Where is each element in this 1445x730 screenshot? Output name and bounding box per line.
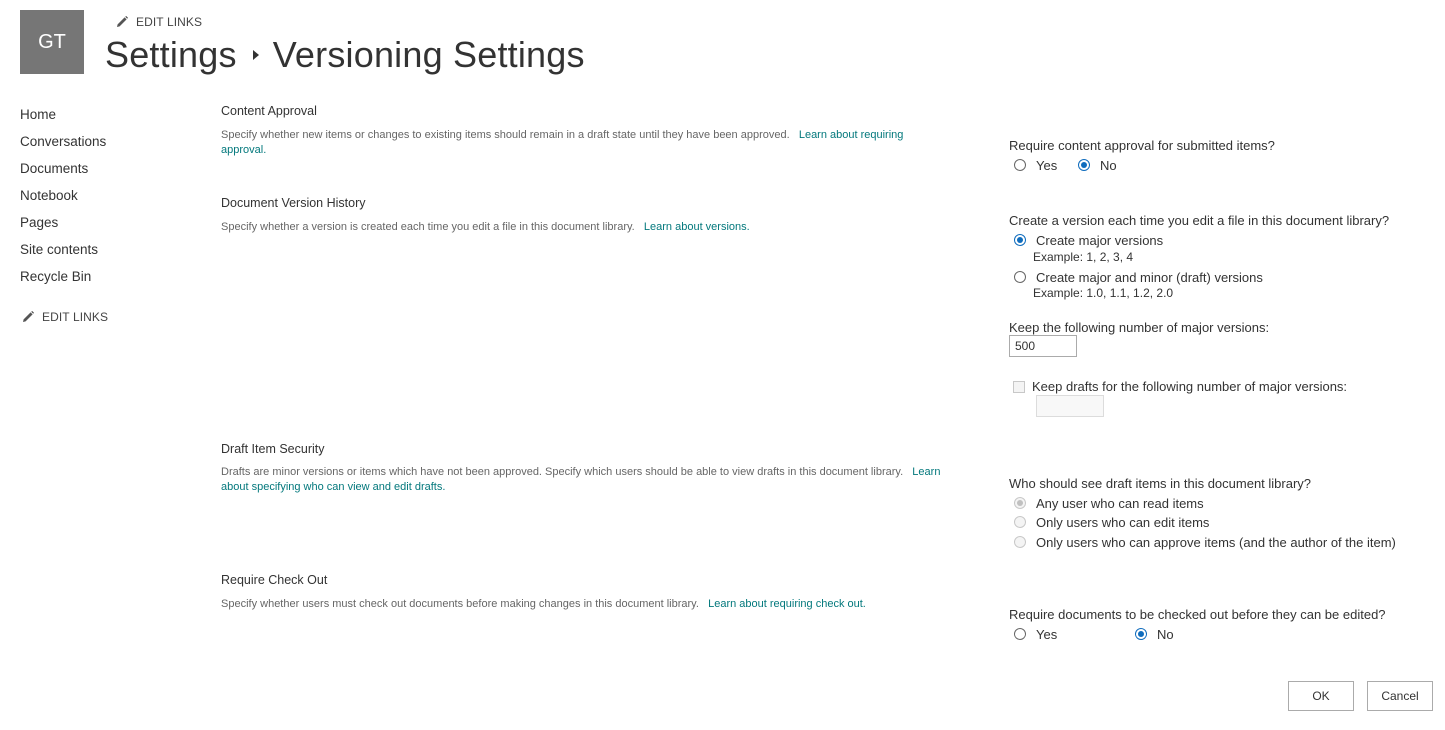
check-out-title: Require Check Out	[221, 573, 328, 587]
check-out-no-label: No	[1157, 626, 1174, 642]
check-out-description-text: Specify whether users must check out doc…	[221, 598, 699, 610]
header-edit-links-label: EDIT LINKS	[136, 15, 203, 29]
draft-security-description-text: Drafts are minor versions or items which…	[221, 466, 904, 478]
version-history-title: Document Version History	[221, 196, 366, 210]
check-out-description: Specify whether users must check out doc…	[221, 597, 941, 612]
check-out-question: Require documents to be checked out befo…	[1009, 607, 1386, 622]
major-versions-label: Create major versions	[1036, 232, 1164, 248]
content-approval-options: Yes No	[1014, 155, 1117, 175]
page-title: Settings Versioning Settings	[105, 34, 585, 76]
draft-security-question: Who should see draft items in this docum…	[1009, 476, 1312, 491]
check-out-yes-label: Yes	[1036, 626, 1058, 642]
learn-about-check-out-link[interactable]: Learn about requiring check out.	[708, 598, 866, 610]
keep-drafts-label: Keep drafts for the following number of …	[1032, 379, 1348, 394]
draft-approvers-label: Only users who can approve items (and th…	[1036, 534, 1396, 550]
nav-edit-links-label: EDIT LINKS	[42, 310, 109, 324]
left-nav: Home Conversations Documents Notebook Pa…	[20, 106, 180, 295]
minor-versions-option[interactable]: Create major and minor (draft) versions	[1014, 267, 1263, 287]
draft-editors-label: Only users who can edit items	[1036, 514, 1210, 530]
learn-about-versions-link[interactable]: Learn about versions.	[644, 221, 750, 233]
content-approval-description-text: Specify whether new items or changes to …	[221, 129, 790, 141]
draft-approvers-radio[interactable]	[1014, 536, 1026, 548]
minor-versions-example: Example: 1.0, 1.1, 1.2, 2.0	[1033, 286, 1174, 300]
draft-any-reader-option[interactable]: Any user who can read items	[1014, 493, 1204, 513]
minor-versions-radio[interactable]	[1014, 271, 1026, 283]
check-out-no-option[interactable]: No	[1135, 624, 1174, 644]
content-approval-question: Require content approval for submitted i…	[1009, 138, 1275, 153]
content-approval-yes-label: Yes	[1036, 157, 1058, 173]
header-edit-links-button[interactable]: EDIT LINKS	[116, 15, 202, 29]
site-logo[interactable]: GT	[20, 10, 84, 74]
draft-security-title: Draft Item Security	[221, 442, 325, 456]
draft-security-description: Drafts are minor versions or items which…	[221, 465, 941, 495]
major-versions-radio[interactable]	[1014, 234, 1026, 246]
breadcrumb-settings[interactable]: Settings	[105, 34, 237, 76]
nav-edit-links-button[interactable]: EDIT LINKS	[22, 310, 108, 324]
minor-versions-label: Create major and minor (draft) versions	[1036, 269, 1263, 285]
major-versions-example: Example: 1, 2, 3, 4	[1033, 250, 1134, 264]
content-approval-no-option[interactable]: No	[1078, 155, 1117, 175]
check-out-no-radio[interactable]	[1135, 628, 1147, 640]
breadcrumb-arrow-icon	[252, 50, 259, 60]
check-out-yes-radio[interactable]	[1014, 628, 1026, 640]
check-out-options: Yes No	[1014, 624, 1174, 644]
content-approval-title: Content Approval	[221, 104, 317, 118]
major-versions-option[interactable]: Create major versions	[1014, 230, 1163, 250]
draft-editors-radio[interactable]	[1014, 516, 1026, 528]
keep-drafts-input[interactable]	[1036, 395, 1104, 417]
content-approval-yes-radio[interactable]	[1014, 159, 1026, 171]
nav-item-notebook[interactable]: Notebook	[20, 187, 180, 214]
breadcrumb-current: Versioning Settings	[272, 34, 585, 75]
version-history-question: Create a version each time you edit a fi…	[1009, 213, 1390, 228]
check-out-yes-option[interactable]: Yes	[1014, 624, 1135, 644]
nav-item-recycle-bin[interactable]: Recycle Bin	[20, 268, 180, 295]
nav-item-site-contents[interactable]: Site contents	[20, 241, 180, 268]
version-history-description: Specify whether a version is created eac…	[221, 220, 941, 235]
content-approval-no-label: No	[1100, 157, 1117, 173]
content-approval-description: Specify whether new items or changes to …	[221, 128, 941, 158]
nav-item-documents[interactable]: Documents	[20, 160, 180, 187]
draft-any-reader-label: Any user who can read items	[1036, 495, 1204, 511]
content-approval-yes-option[interactable]: Yes	[1014, 155, 1078, 175]
draft-any-reader-radio[interactable]	[1014, 497, 1026, 509]
draft-editors-option[interactable]: Only users who can edit items	[1014, 512, 1209, 532]
site-logo-initials: GT	[38, 30, 66, 53]
keep-major-versions-label: Keep the following number of major versi…	[1009, 320, 1270, 335]
cancel-button[interactable]: Cancel	[1367, 681, 1433, 711]
nav-item-home[interactable]: Home	[20, 106, 180, 133]
nav-item-pages[interactable]: Pages	[20, 214, 180, 241]
keep-major-versions-input[interactable]	[1009, 335, 1077, 357]
content-approval-no-radio[interactable]	[1078, 159, 1090, 171]
keep-drafts-checkbox[interactable]	[1013, 380, 1025, 393]
draft-approvers-option[interactable]: Only users who can approve items (and th…	[1014, 532, 1396, 552]
nav-item-conversations[interactable]: Conversations	[20, 133, 180, 160]
keep-drafts-row: Keep drafts for the following number of …	[1013, 379, 1347, 394]
pencil-icon	[117, 16, 128, 27]
version-history-description-text: Specify whether a version is created eac…	[221, 221, 635, 233]
ok-button[interactable]: OK	[1288, 681, 1354, 711]
pencil-icon	[23, 311, 34, 322]
